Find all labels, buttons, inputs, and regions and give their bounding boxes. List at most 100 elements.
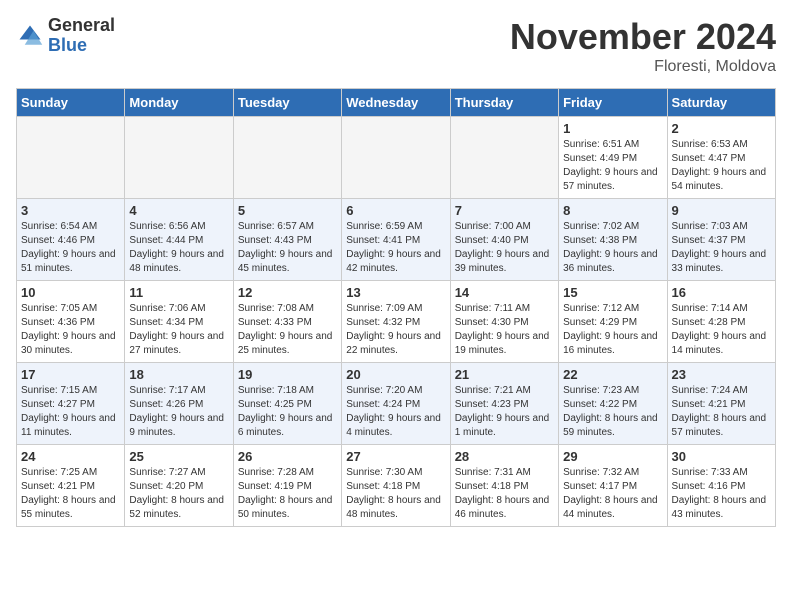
calendar-cell: 12 Sunrise: 7:08 AM Sunset: 4:33 PM Dayli… bbox=[233, 281, 341, 363]
calendar-cell: 11 Sunrise: 7:06 AM Sunset: 4:34 PM Dayli… bbox=[125, 281, 233, 363]
day-number: 18 bbox=[129, 367, 228, 382]
day-number: 14 bbox=[455, 285, 554, 300]
day-number: 13 bbox=[346, 285, 445, 300]
calendar-cell: 7Sunrise: 7:00 AM Sunset: 4:40 PM Daylig… bbox=[450, 199, 558, 281]
day-info: Sunrise: 7:30 AM Sunset: 4:18 PM Dayligh… bbox=[346, 466, 445, 522]
calendar-cell: 20Sunrise: 7:20 AM Sunset: 4:24 PM Dayli… bbox=[342, 363, 450, 445]
day-number: 2 bbox=[672, 121, 771, 136]
day-number: 25 bbox=[129, 449, 228, 464]
calendar-cell bbox=[17, 117, 125, 199]
day-info: Sunrise: 6:56 AM Sunset: 4:44 PM Dayligh… bbox=[129, 220, 228, 276]
day-number: 19 bbox=[238, 367, 337, 382]
day-number: 28 bbox=[455, 449, 554, 464]
day-info: Sunrise: 7:12 AM Sunset: 4:29 PM Dayligh… bbox=[563, 302, 662, 358]
calendar-cell bbox=[450, 117, 558, 199]
day-number: 11 bbox=[129, 285, 228, 300]
weekday-header-thursday: Thursday bbox=[450, 89, 558, 117]
calendar-cell: 26Sunrise: 7:28 AM Sunset: 4:19 PM Dayli… bbox=[233, 445, 341, 527]
title-area: November 2024 Floresti, Moldova bbox=[510, 16, 776, 76]
day-info: Sunrise: 7:06 AM Sunset: 4:34 PM Dayligh… bbox=[129, 302, 228, 358]
day-number: 5 bbox=[238, 203, 337, 218]
day-info: Sunrise: 7:09 AM Sunset: 4:32 PM Dayligh… bbox=[346, 302, 445, 358]
day-number: 21 bbox=[455, 367, 554, 382]
calendar-cell: 23 Sunrise: 7:24 AM Sunset: 4:21 PM Dayli… bbox=[667, 363, 775, 445]
calendar-cell: 5 Sunrise: 6:57 AM Sunset: 4:43 PM Daylig… bbox=[233, 199, 341, 281]
calendar-cell: 4 Sunrise: 6:56 AM Sunset: 4:44 PM Daylig… bbox=[125, 199, 233, 281]
calendar-cell: 30 Sunrise: 7:33 AM Sunset: 4:16 PM Dayli… bbox=[667, 445, 775, 527]
calendar-cell: 6 Sunrise: 6:59 AM Sunset: 4:41 PM Daylig… bbox=[342, 199, 450, 281]
day-info: Sunrise: 7:14 AM Sunset: 4:28 PM Dayligh… bbox=[672, 302, 771, 358]
day-info: Sunrise: 6:53 AM Sunset: 4:47 PM Dayligh… bbox=[672, 138, 771, 194]
calendar-cell: 22Sunrise: 7:23 AM Sunset: 4:22 PM Dayli… bbox=[559, 363, 667, 445]
calendar-cell: 13 Sunrise: 7:09 AM Sunset: 4:32 PM Dayli… bbox=[342, 281, 450, 363]
weekday-header-row: SundayMondayTuesdayWednesdayThursdayFrid… bbox=[17, 89, 776, 117]
day-info: Sunrise: 7:23 AM Sunset: 4:22 PM Dayligh… bbox=[563, 384, 662, 440]
week-row-1: 1Sunrise: 6:51 AM Sunset: 4:49 PM Daylig… bbox=[17, 117, 776, 199]
weekday-header-friday: Friday bbox=[559, 89, 667, 117]
calendar-cell: 19 Sunrise: 7:18 AM Sunset: 4:25 PM Dayli… bbox=[233, 363, 341, 445]
day-number: 23 bbox=[672, 367, 771, 382]
calendar-cell: 1Sunrise: 6:51 AM Sunset: 4:49 PM Daylig… bbox=[559, 117, 667, 199]
weekday-header-monday: Monday bbox=[125, 89, 233, 117]
calendar-cell: 29 Sunrise: 7:32 AM Sunset: 4:17 PM Dayli… bbox=[559, 445, 667, 527]
day-info: Sunrise: 7:05 AM Sunset: 4:36 PM Dayligh… bbox=[21, 302, 120, 358]
logo-blue-text: Blue bbox=[48, 36, 115, 56]
calendar-cell: 17Sunrise: 7:15 AM Sunset: 4:27 PM Dayli… bbox=[17, 363, 125, 445]
day-number: 4 bbox=[129, 203, 228, 218]
day-info: Sunrise: 7:24 AM Sunset: 4:21 PM Dayligh… bbox=[672, 384, 771, 440]
day-number: 16 bbox=[672, 285, 771, 300]
day-info: Sunrise: 7:17 AM Sunset: 4:26 PM Dayligh… bbox=[129, 384, 228, 440]
week-row-3: 10 Sunrise: 7:05 AM Sunset: 4:36 PM Dayli… bbox=[17, 281, 776, 363]
calendar-cell: 21Sunrise: 7:21 AM Sunset: 4:23 PM Dayli… bbox=[450, 363, 558, 445]
week-row-5: 24 Sunrise: 7:25 AM Sunset: 4:21 PM Dayli… bbox=[17, 445, 776, 527]
calendar-cell bbox=[342, 117, 450, 199]
calendar-table: SundayMondayTuesdayWednesdayThursdayFrid… bbox=[16, 88, 776, 527]
day-number: 9 bbox=[672, 203, 771, 218]
day-info: Sunrise: 7:33 AM Sunset: 4:16 PM Dayligh… bbox=[672, 466, 771, 522]
day-number: 12 bbox=[238, 285, 337, 300]
month-title: November 2024 bbox=[510, 16, 776, 58]
day-info: Sunrise: 7:02 AM Sunset: 4:38 PM Dayligh… bbox=[563, 220, 662, 276]
calendar-cell: 27 Sunrise: 7:30 AM Sunset: 4:18 PM Dayli… bbox=[342, 445, 450, 527]
day-info: Sunrise: 7:03 AM Sunset: 4:37 PM Dayligh… bbox=[672, 220, 771, 276]
calendar-cell: 14 Sunrise: 7:11 AM Sunset: 4:30 PM Dayli… bbox=[450, 281, 558, 363]
logo-general-text: General bbox=[48, 16, 115, 36]
calendar-cell: 9 Sunrise: 7:03 AM Sunset: 4:37 PM Daylig… bbox=[667, 199, 775, 281]
logo-icon bbox=[16, 22, 44, 50]
weekday-header-wednesday: Wednesday bbox=[342, 89, 450, 117]
weekday-header-tuesday: Tuesday bbox=[233, 89, 341, 117]
header: General Blue November 2024 Floresti, Mol… bbox=[16, 16, 776, 76]
weekday-header-sunday: Sunday bbox=[17, 89, 125, 117]
day-info: Sunrise: 6:57 AM Sunset: 4:43 PM Dayligh… bbox=[238, 220, 337, 276]
day-info: Sunrise: 7:31 AM Sunset: 4:18 PM Dayligh… bbox=[455, 466, 554, 522]
day-number: 27 bbox=[346, 449, 445, 464]
day-number: 17 bbox=[21, 367, 120, 382]
calendar-cell: 10 Sunrise: 7:05 AM Sunset: 4:36 PM Dayli… bbox=[17, 281, 125, 363]
day-number: 1 bbox=[563, 121, 662, 136]
day-number: 10 bbox=[21, 285, 120, 300]
day-number: 30 bbox=[672, 449, 771, 464]
day-info: Sunrise: 7:18 AM Sunset: 4:25 PM Dayligh… bbox=[238, 384, 337, 440]
week-row-4: 17Sunrise: 7:15 AM Sunset: 4:27 PM Dayli… bbox=[17, 363, 776, 445]
day-number: 24 bbox=[21, 449, 120, 464]
day-info: Sunrise: 7:27 AM Sunset: 4:20 PM Dayligh… bbox=[129, 466, 228, 522]
day-info: Sunrise: 7:32 AM Sunset: 4:17 PM Dayligh… bbox=[563, 466, 662, 522]
day-number: 3 bbox=[21, 203, 120, 218]
day-info: Sunrise: 6:59 AM Sunset: 4:41 PM Dayligh… bbox=[346, 220, 445, 276]
calendar-cell: 8Sunrise: 7:02 AM Sunset: 4:38 PM Daylig… bbox=[559, 199, 667, 281]
day-info: Sunrise: 7:11 AM Sunset: 4:30 PM Dayligh… bbox=[455, 302, 554, 358]
calendar-cell: 24 Sunrise: 7:25 AM Sunset: 4:21 PM Dayli… bbox=[17, 445, 125, 527]
week-row-2: 3Sunrise: 6:54 AM Sunset: 4:46 PM Daylig… bbox=[17, 199, 776, 281]
day-number: 7 bbox=[455, 203, 554, 218]
day-number: 20 bbox=[346, 367, 445, 382]
location: Floresti, Moldova bbox=[510, 58, 776, 76]
day-number: 6 bbox=[346, 203, 445, 218]
day-number: 26 bbox=[238, 449, 337, 464]
day-info: Sunrise: 7:08 AM Sunset: 4:33 PM Dayligh… bbox=[238, 302, 337, 358]
logo: General Blue bbox=[16, 16, 115, 56]
calendar-cell: 15Sunrise: 7:12 AM Sunset: 4:29 PM Dayli… bbox=[559, 281, 667, 363]
calendar-cell: 3Sunrise: 6:54 AM Sunset: 4:46 PM Daylig… bbox=[17, 199, 125, 281]
day-number: 29 bbox=[563, 449, 662, 464]
day-info: Sunrise: 7:25 AM Sunset: 4:21 PM Dayligh… bbox=[21, 466, 120, 522]
weekday-header-saturday: Saturday bbox=[667, 89, 775, 117]
